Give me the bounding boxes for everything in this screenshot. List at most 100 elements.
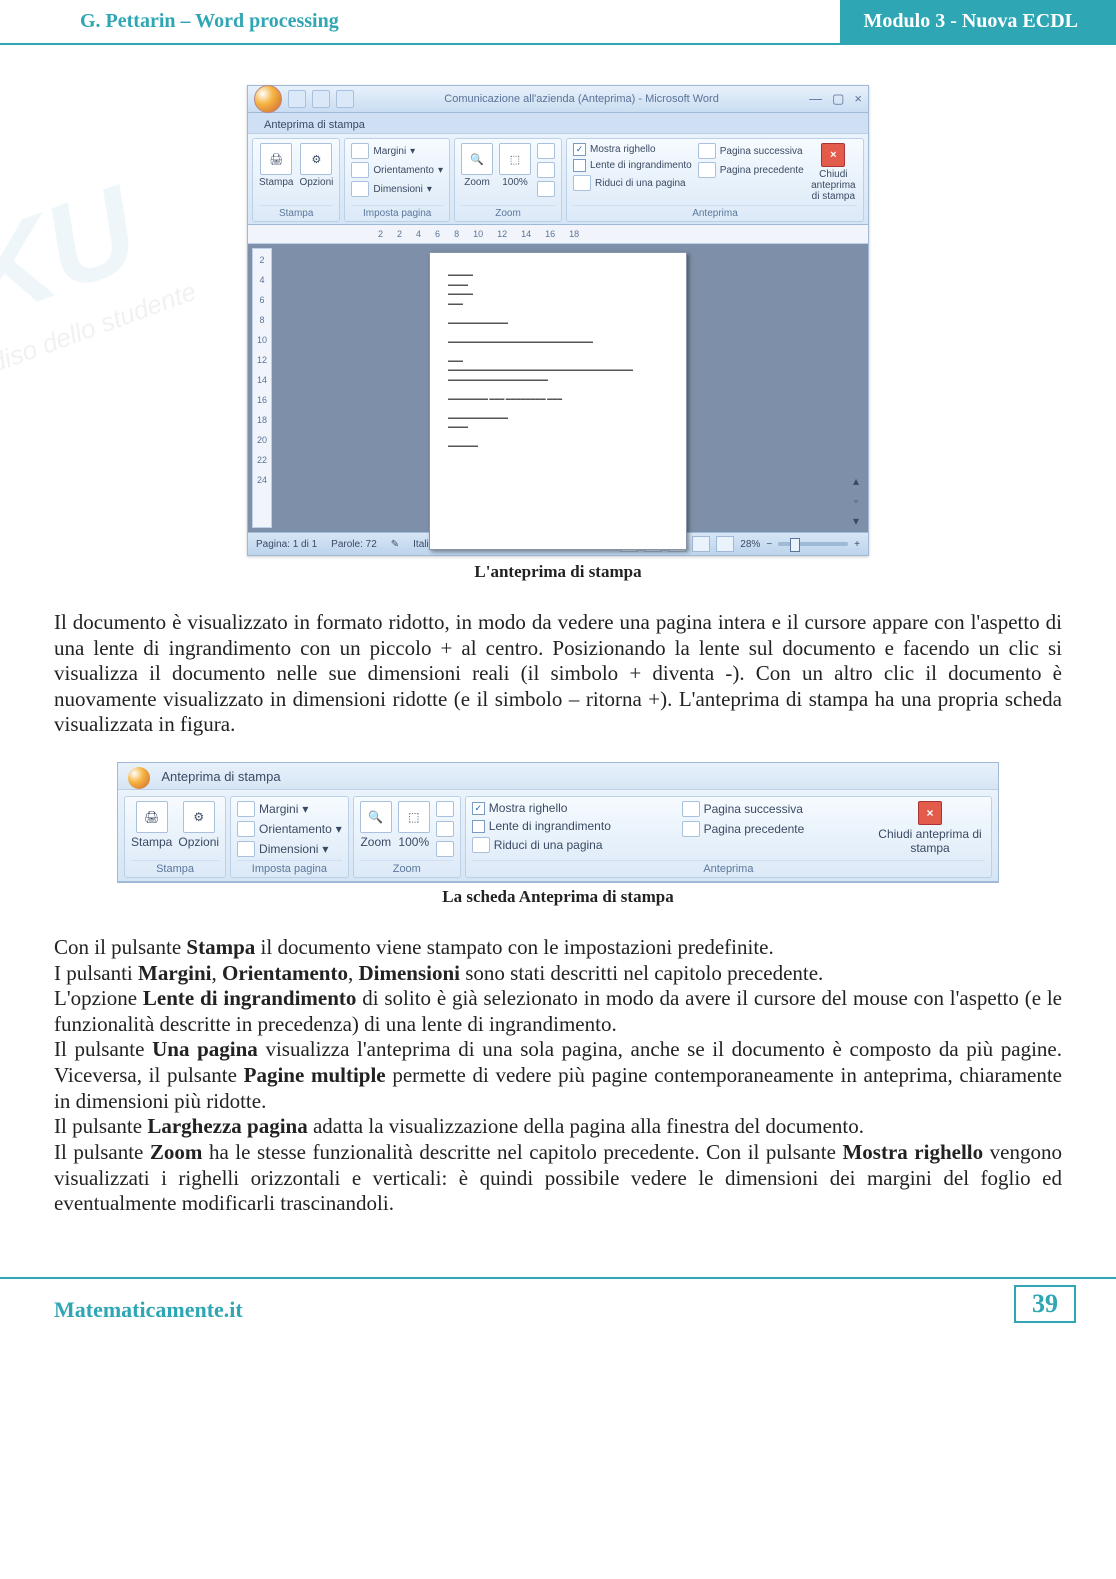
prev-page-icon [698,162,716,178]
quick-access-toolbar [288,90,354,108]
next-page-icon [698,143,716,159]
ribbon2-group-anteprima: ✓Mostra righello Lente di ingrandimento … [465,796,992,878]
page-preview[interactable]: ▬▬▬▬▬▬▬▬▬▬▬▬▬▬▬▬▬▬▬▬▬▬▬▬▬▬▬▬▬▬▬▬▬▬▬▬▬▬▬▬… [429,252,687,550]
browse-object-icon[interactable]: ◦ [854,494,858,508]
zoom-out-icon[interactable]: − [766,539,772,550]
close-icon[interactable]: × [854,91,862,107]
tab-print-preview[interactable]: Anteprima di stampa [256,117,373,133]
zoom-in-icon[interactable]: + [854,539,860,550]
group-label-zoom-2: Zoom [360,860,454,875]
margini-button-2[interactable]: Margini ▾ [237,801,308,817]
term-lente: Lente di ingrandimento [143,986,356,1010]
ribbon-strip-figure: Anteprima di stampa 🖨 Stampa ⚙ Opzioni Sta… [117,762,999,883]
chiudi-anteprima-button-2[interactable]: Chiudi anteprima di stampa [875,827,985,855]
page-width-icon-2[interactable] [436,841,454,857]
ribbon2-group-zoom: 🔍 Zoom ⬚ 100% Zoom [353,796,461,878]
close-preview-icon-2[interactable]: × [918,801,942,825]
close-preview-icon[interactable]: × [821,143,845,167]
mostra-righello-checkbox-2[interactable]: ✓Mostra righello [472,801,568,815]
group-label-imposta-2: Imposta pagina [237,860,342,875]
view-outline-icon[interactable] [692,536,710,552]
lente-checkbox[interactable]: Lente di ingrandimento [573,159,692,172]
zoom-100-icon-2[interactable]: ⬚ [398,801,430,833]
ribbon2-group-stampa: 🖨 Stampa ⚙ Opzioni Stampa [124,796,226,878]
printer-icon[interactable]: 🖨 [260,143,292,175]
zoom-button[interactable]: Zoom [464,177,490,188]
checkbox-icon-2 [472,820,485,833]
ribbon-group-stampa: 🖨 Stampa ⚙ Opzioni Stampa [252,138,340,222]
zoom-100-button[interactable]: 100% [502,177,528,188]
window-controls: — ▢ × [809,91,862,107]
next-arrow-icon[interactable]: ▾ [853,514,859,528]
prev-arrow-icon[interactable]: ▴ [853,474,859,488]
figure2-caption: La scheda Anteprima di stampa [54,887,1062,907]
horizontal-ruler[interactable]: 2 2 4 6 8 10 12 14 16 18 [248,225,868,244]
page-width-icon[interactable] [537,181,555,197]
magnifier-icon[interactable]: 🔍 [461,143,493,175]
mostra-righello-checkbox[interactable]: ✓Mostra righello [573,143,656,156]
next-page-icon-2 [682,801,700,817]
orientation-icon [351,162,369,178]
footer-site: Matematicamente.it [54,1297,243,1323]
riduci-button-2[interactable]: Riduci di una pagina [472,837,603,853]
one-page-icon[interactable] [537,143,555,159]
header-right: Modulo 3 - Nuova ECDL [840,0,1116,43]
pagina-successiva-button[interactable]: Pagina successiva [698,143,803,159]
margins-icon [351,143,369,159]
ribbon: 🖨 Stampa ⚙ Opzioni Stampa Margini ▾ Orie… [248,133,868,225]
checkbox-checked-icon: ✓ [573,143,586,156]
proofing-icon[interactable]: ✎ [391,539,399,550]
shrink-icon [573,175,591,191]
print-button[interactable]: Stampa [259,177,293,188]
printer-icon-2[interactable]: 🖨 [136,801,168,833]
riduci-button[interactable]: Riduci di una pagina [573,175,686,191]
footer-page-number: 39 [1014,1285,1076,1323]
one-page-icon-2[interactable] [436,801,454,817]
zoom-button-2[interactable]: Zoom [360,835,391,849]
view-draft-icon[interactable] [716,536,734,552]
minimize-icon[interactable]: — [809,91,822,107]
figure1-caption: L'anteprima di stampa [54,562,1062,582]
group-label-stampa: Stampa [259,205,333,219]
office-button[interactable] [254,85,282,113]
dimensioni-button-2[interactable]: Dimensioni ▾ [237,841,328,857]
tab-print-preview-2[interactable]: Anteprima di stampa [153,767,288,786]
orientamento-button-2[interactable]: Orientamento ▾ [237,821,342,837]
chiudi-anteprima-button[interactable]: Chiudi anteprima di stampa [810,169,857,202]
pagina-precedente-button-2[interactable]: Pagina precedente [682,821,805,837]
qat-redo-icon[interactable] [336,90,354,108]
checkbox-icon [573,159,586,172]
checkbox-checked-icon-2: ✓ [472,802,485,815]
magnifier-icon-2[interactable]: 🔍 [360,801,392,833]
vertical-ruler[interactable]: 2 4 6 8 10 12 14 16 18 20 22 24 [252,248,272,528]
term-zoom: Zoom [150,1140,203,1164]
options-button[interactable]: Opzioni [299,177,333,188]
office-button-small[interactable] [128,767,150,789]
status-zoom[interactable]: 28% [740,539,760,550]
document-pane[interactable]: 2 4 6 8 10 12 14 16 18 20 22 24 ▬▬▬▬▬▬▬▬… [248,244,868,532]
pagina-precedente-button[interactable]: Pagina precedente [698,162,804,178]
pagina-successiva-button-2[interactable]: Pagina successiva [682,801,803,817]
orientamento-button[interactable]: Orientamento ▾ [351,162,443,178]
maximize-icon[interactable]: ▢ [832,91,844,107]
zoom-100-icon[interactable]: ⬚ [499,143,531,175]
ribbon-group-zoom: 🔍Zoom ⬚100% Zoom [454,138,562,222]
two-pages-icon-2[interactable] [436,821,454,837]
print-button-2[interactable]: Stampa [131,835,172,849]
term-dimensioni: Dimensioni [358,961,460,985]
paragraph-1: Il documento è visualizzato in formato r… [54,610,1062,738]
group-label-stampa-2: Stampa [131,860,219,875]
qat-save-icon[interactable] [288,90,306,108]
options-icon-2[interactable]: ⚙ [183,801,215,833]
qat-undo-icon[interactable] [312,90,330,108]
zoom-100-button-2[interactable]: 100% [398,835,429,849]
status-words[interactable]: Parole: 72 [331,539,377,550]
options-icon[interactable]: ⚙ [300,143,332,175]
dimensioni-button[interactable]: Dimensioni ▾ [351,181,432,197]
options-button-2[interactable]: Opzioni [178,835,219,849]
status-page[interactable]: Pagina: 1 di 1 [256,539,317,550]
margini-button[interactable]: Margini ▾ [351,143,415,159]
lente-checkbox-2[interactable]: Lente di ingrandimento [472,819,611,833]
zoom-slider[interactable] [778,542,848,546]
two-pages-icon[interactable] [537,162,555,178]
